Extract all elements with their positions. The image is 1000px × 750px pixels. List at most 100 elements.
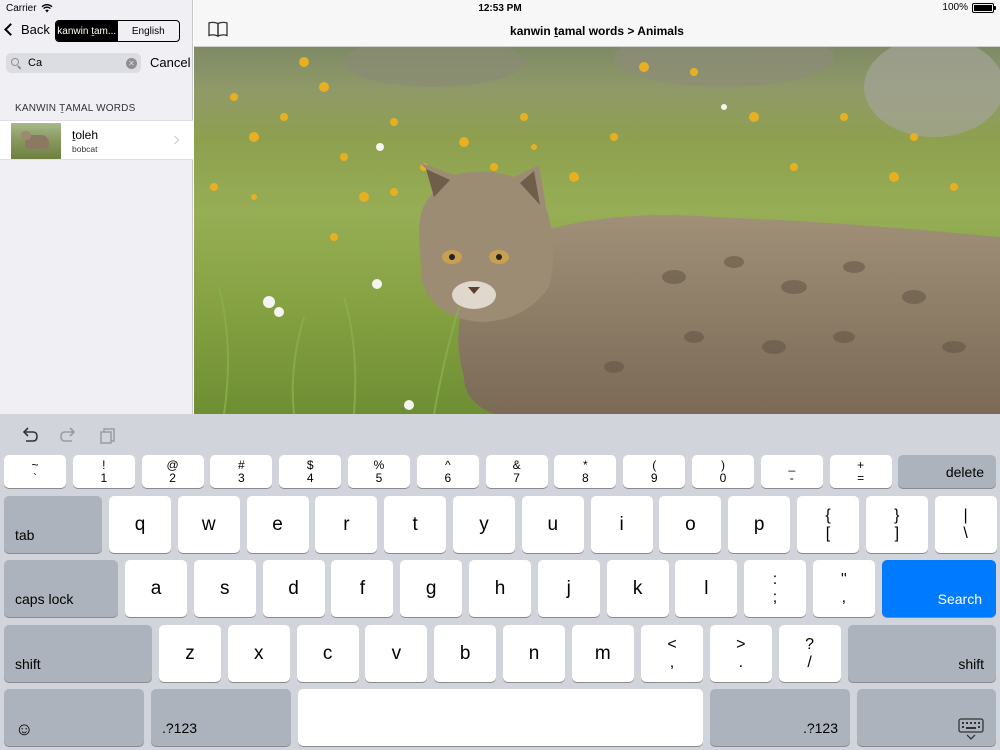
space-bar[interactable] (298, 689, 703, 746)
key-9[interactable]: (9 (623, 455, 686, 488)
key-`[interactable]: ~ ` (4, 455, 66, 488)
key-label: b (459, 642, 471, 664)
key-label: m (594, 642, 611, 664)
key-label: h (494, 577, 506, 599)
key-label: k (632, 577, 643, 599)
shift-right-key[interactable]: shift (848, 625, 996, 682)
key-label: u (547, 513, 559, 535)
key-7[interactable]: & 7 (485, 455, 548, 488)
key-label: ; (772, 588, 778, 606)
key-f[interactable]: f (331, 560, 394, 617)
key-c[interactable]: c (296, 625, 359, 682)
key--[interactable]: _ - (760, 455, 823, 488)
key-label: j (566, 577, 571, 599)
key-symbol[interactable]: | \ (934, 496, 997, 553)
key-r[interactable]: r (315, 496, 378, 553)
key-symbol[interactable]: }] (865, 496, 928, 553)
keyboard-dismiss-key[interactable] (857, 689, 996, 746)
key-m[interactable]: m (571, 625, 634, 682)
search-icon (10, 57, 22, 69)
key-i[interactable]: i (590, 496, 653, 553)
key-label: 2 (169, 470, 176, 485)
key-label: - (789, 470, 794, 485)
emoji-key[interactable]: ☺ (4, 689, 144, 746)
key-label: 9 (650, 470, 658, 485)
key-w[interactable]: w (177, 496, 240, 553)
key-p[interactable]: p (728, 496, 791, 553)
key-label: , (841, 588, 847, 606)
key-symbol[interactable]: ? / (778, 625, 841, 682)
back-button[interactable]: Back (4, 22, 50, 37)
key-b[interactable]: b (434, 625, 497, 682)
key-symbol[interactable]: :; (744, 560, 806, 617)
key-u[interactable]: u (521, 496, 584, 553)
bobcat-photo (194, 47, 1000, 414)
key-l[interactable]: l (675, 560, 738, 617)
key-8[interactable]: * 8 (554, 455, 617, 488)
key-label: < (667, 635, 677, 653)
key-a[interactable]: a (125, 560, 187, 617)
key-symbol[interactable]: ", (812, 560, 875, 617)
key-e[interactable]: e (246, 496, 309, 553)
key-label: .?123 (162, 720, 198, 736)
tab-key[interactable]: tab (4, 496, 102, 553)
key-symbol[interactable]: {[ (797, 496, 859, 553)
key-label: $ (306, 457, 314, 472)
key-z[interactable]: z (159, 625, 221, 682)
cancel-button[interactable]: Cancel (150, 55, 190, 70)
key-label: ` (33, 470, 37, 485)
key-0[interactable]: ) 0 (692, 455, 754, 488)
key-t[interactable]: t (384, 496, 447, 553)
key-label: ? (805, 635, 815, 653)
key-2[interactable]: @2 (141, 455, 204, 488)
caps-lock-key[interactable]: caps lock (4, 560, 118, 617)
paste-icon[interactable] (98, 426, 118, 444)
key-6[interactable]: ^ 6 (416, 455, 479, 488)
numbers-key-right[interactable]: .?123 (710, 689, 850, 746)
key-symbol[interactable]: >. (709, 625, 772, 682)
delete-key[interactable]: delete (898, 455, 996, 488)
segment-english[interactable]: English (118, 21, 180, 41)
clear-icon[interactable]: ✕ (126, 57, 137, 69)
key-v[interactable]: v (365, 625, 428, 682)
segment-kanwin-tamal[interactable]: kanwin ṯam... (56, 21, 118, 41)
keyboard-toolbar (0, 414, 1000, 454)
key-label: 5 (375, 470, 383, 485)
list-item[interactable]: ṯoleh bobcat (0, 120, 193, 160)
key-label: " (840, 570, 847, 588)
key-1[interactable]: ! 1 (72, 455, 135, 488)
key-h[interactable]: h (469, 560, 531, 617)
key-label: 6 (444, 470, 452, 485)
key-s[interactable]: s (193, 560, 256, 617)
key-label: ^ (444, 457, 451, 472)
key-k[interactable]: k (606, 560, 669, 617)
key-x[interactable]: x (227, 625, 290, 682)
search-key[interactable]: Search (882, 560, 996, 617)
key-5[interactable]: % 5 (348, 455, 410, 488)
undo-icon[interactable] (20, 426, 40, 444)
key-q[interactable]: q (109, 496, 171, 553)
key-g[interactable]: g (400, 560, 463, 617)
key-symbol[interactable]: <, (641, 625, 703, 682)
key-label: / (807, 653, 812, 671)
shift-left-key[interactable]: shift (4, 625, 152, 682)
key-label: > (736, 635, 746, 653)
search-input[interactable] (28, 57, 126, 69)
key-y[interactable]: y (453, 496, 515, 553)
key-o[interactable]: o (659, 496, 722, 553)
key-label: 3 (238, 470, 245, 485)
numbers-key-left[interactable]: .?123 (151, 689, 291, 746)
key-label: p (753, 513, 765, 535)
result-subtitle: bobcat (72, 144, 98, 154)
key-d[interactable]: d (262, 560, 325, 617)
key-4[interactable]: $4 (279, 455, 342, 488)
key-=[interactable]: + = (829, 455, 892, 488)
key-j[interactable]: j (537, 560, 600, 617)
redo-icon[interactable] (58, 426, 78, 444)
key-label: s (220, 577, 230, 599)
key-3[interactable]: #3 (210, 455, 273, 488)
key-label: & (512, 457, 521, 472)
key-label: r (343, 513, 350, 535)
key-n[interactable]: n (503, 625, 565, 682)
key-label: z (185, 642, 195, 664)
